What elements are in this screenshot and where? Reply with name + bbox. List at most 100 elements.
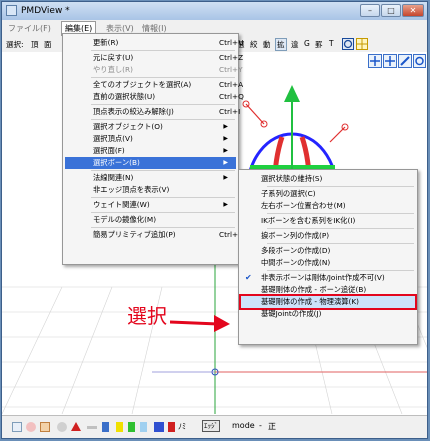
edit-menu-item[interactable]: モデルの鏡像化(M) xyxy=(65,214,236,226)
status-color-icon[interactable] xyxy=(154,422,164,432)
bone-submenu-item-label: 選択状態の維持(S) xyxy=(261,174,323,183)
status-red-icon[interactable] xyxy=(168,422,175,432)
bone-submenu-separator xyxy=(267,213,414,214)
bone-submenu-separator xyxy=(267,186,414,187)
bone-submenu-item[interactable]: 多段ボーンの作成(D) xyxy=(241,245,415,257)
bone-submenu-separator xyxy=(267,270,414,271)
bone-submenu-item[interactable]: IKボーンを含む系列をIK化(I) xyxy=(241,215,415,227)
edit-menu-item-label: ウェイト関連(W) xyxy=(93,200,150,209)
edit-menu-item-label: 頂点表示の絞込み解除(J) xyxy=(93,107,174,116)
edit-menu-item-label: モデルの鏡像化(M) xyxy=(93,215,157,224)
edit-menu-item[interactable]: 選択オブジェクト(O) ▶ xyxy=(65,121,236,133)
title-bar: PMDView * – □ ✕ xyxy=(2,2,427,20)
submenu-arrow-icon: ▶ xyxy=(223,201,228,208)
status-mode-label[interactable]: mode xyxy=(232,421,255,430)
edit-menu-item[interactable]: 直前の選択状態(U) Ctrl+Q xyxy=(65,91,244,103)
edit-menu-item-shortcut: Ctrl+Y xyxy=(219,65,243,74)
edit-menu-separator xyxy=(91,170,235,171)
bone-submenu-item-label: 基礎Jointの作成(J) xyxy=(261,309,322,318)
edit-menu-item-shortcut: Ctrl+A xyxy=(219,80,244,89)
bone-submenu-item[interactable]: 基礎剛体の作成 - ボーン追従(B) xyxy=(241,284,415,296)
toolbar-view-icons[interactable] xyxy=(342,38,368,50)
edit-menu-item[interactable]: 頂点表示の絞込み解除(J) Ctrl+I xyxy=(65,106,240,118)
edit-menu-item[interactable]: やり直し(R) Ctrl+Y xyxy=(65,64,243,76)
edit-menu-item[interactable]: 選択ボーン(B) ▶ xyxy=(65,157,236,169)
status-point-icon[interactable] xyxy=(57,422,67,432)
bone-submenu-item-label: IKボーンを含む系列をIK化(I) xyxy=(261,216,356,225)
edit-menu-item[interactable]: 全てのオブジェクトを選択(A) Ctrl+A xyxy=(65,79,243,91)
window-title: PMDView * xyxy=(21,6,70,16)
bone-submenu-item[interactable]: 子系列の選択(C) xyxy=(241,188,415,200)
bone-submenu-item[interactable]: 捩ボーン列の作成(P) xyxy=(241,230,415,242)
status-vertex-icon[interactable] xyxy=(26,422,36,432)
edit-menu-item-label: 選択オブジェクト(O) xyxy=(93,122,163,131)
bone-submenu-item[interactable]: 左右ボーン位置合わせ(M) xyxy=(241,200,415,212)
edit-menu-item-label: やり直し(R) xyxy=(93,65,133,74)
edit-menu-item-label: 直前の選択状態(U) xyxy=(93,92,156,101)
minimize-button[interactable]: – xyxy=(360,4,380,17)
toolbar-g-button[interactable]: G xyxy=(304,39,310,48)
bone-submenu-item-label: 中間ボーンの作成(N) xyxy=(261,258,331,267)
checkmark-icon: ✔ xyxy=(245,273,252,282)
edit-menu-dropdown: 更新(R) Ctrl+U 元に戻す(U) Ctrl+Z やり直し(R) Ctrl+Y 全ての… xyxy=(62,33,244,265)
status-edge-toggle[interactable]: ｴｯｼﾞ xyxy=(202,420,220,432)
toolbar-face-button[interactable]: 面 xyxy=(44,39,52,50)
edit-menu-item-shortcut: Ctrl+Q xyxy=(219,92,244,101)
status-mode-value[interactable]: 正 xyxy=(268,421,276,432)
submenu-arrow-icon: ▶ xyxy=(223,147,228,154)
bone-submenu-item[interactable]: 選択状態の維持(S) xyxy=(241,173,415,185)
edit-menu-item[interactable]: 非エッジ頂点を表示(V) xyxy=(65,184,236,196)
bone-submenu-item-label: 基礎剛体の作成 - ボーン追従(B) xyxy=(261,285,367,294)
status-joint-icon[interactable] xyxy=(128,422,135,432)
bone-submenu-item[interactable]: 基礎剛体の作成 - 物理演算(K) xyxy=(239,294,417,310)
status-line-icon[interactable] xyxy=(87,426,97,429)
status-bone-icon[interactable] xyxy=(102,422,109,432)
viewport-nav-icons[interactable] xyxy=(368,54,426,68)
status-object-button[interactable] xyxy=(12,422,22,432)
bone-submenu-item[interactable]: 中間ボーンの作成(N) xyxy=(241,257,415,269)
edit-menu-separator xyxy=(91,119,235,120)
edit-menu-item[interactable]: ウェイト関連(W) ▶ xyxy=(65,199,236,211)
toolbar-filter-button[interactable]: 絞 xyxy=(250,39,258,50)
close-button[interactable]: ✕ xyxy=(402,4,424,17)
toolbar-t-button[interactable]: T xyxy=(329,39,334,48)
edit-menu-item-label: 選択頂点(V) xyxy=(93,134,133,143)
edit-menu-item-label: 元に戻す(U) xyxy=(93,53,134,62)
menu-file[interactable]: ファイル(F) xyxy=(5,22,54,35)
edit-menu-item[interactable]: 選択面(F) ▶ xyxy=(65,145,236,157)
bone-submenu-item-label: 基礎剛体の作成 - 物理演算(K) xyxy=(261,297,360,306)
status-normal-label[interactable]: ﾉﾐ xyxy=(178,421,186,432)
status-rigidbody-icon[interactable] xyxy=(116,422,123,432)
bone-submenu-item-label: 多段ボーンの作成(D) xyxy=(261,246,331,255)
bone-submenu: 選択状態の維持(S) 子系列の選択(C) 左右ボーン位置合わせ(M) IKボーンを含む… xyxy=(238,169,418,345)
edit-menu-item[interactable]: 元に戻す(U) Ctrl+Z xyxy=(65,52,243,64)
status-face-icon[interactable] xyxy=(40,422,50,432)
edit-menu-item[interactable]: 法線関連(N) ▶ xyxy=(65,172,236,184)
toolbar-move-button[interactable]: 動 xyxy=(263,39,271,50)
edit-menu-item-label: 簡易プリミティブ追加(P) xyxy=(93,230,176,239)
toolbar-scale-button[interactable]: 拡 xyxy=(275,38,287,51)
edit-menu-item[interactable]: 選択頂点(V) ▶ xyxy=(65,133,236,145)
maximize-button[interactable]: □ xyxy=(381,4,401,17)
submenu-arrow-icon: ▶ xyxy=(223,159,228,166)
bone-submenu-separator xyxy=(267,228,414,229)
bone-submenu-item-label: 左右ボーン位置合わせ(M) xyxy=(261,201,346,210)
bone-submenu-item[interactable]: 基礎Jointの作成(J) xyxy=(241,308,415,320)
edit-menu-item[interactable]: 簡易プリミティブ追加(P) Ctrl+P xyxy=(65,229,243,241)
edit-menu-item-shortcut: Ctrl+U xyxy=(219,38,244,47)
pmdview-window: PMDView * – □ ✕ ファイル(F) 編集(E) 表示(V) 情報(I… xyxy=(1,1,428,439)
toolbar-grid-button[interactable]: 罫 xyxy=(315,39,323,50)
status-triangle-icon[interactable] xyxy=(71,422,81,431)
edit-menu-item[interactable]: 更新(R) Ctrl+U xyxy=(65,37,243,49)
toolbar-diff-button[interactable]: 違 xyxy=(291,39,299,50)
bone-submenu-item[interactable]: ✔ 非表示ボーンは剛体/Joint作成不可(V) xyxy=(241,272,415,284)
toolbar-vertex-button[interactable]: 頂 xyxy=(31,39,39,50)
bone-submenu-separator xyxy=(267,243,414,244)
edit-menu-separator xyxy=(91,77,235,78)
edit-menu-separator xyxy=(91,104,235,105)
edit-menu-separator xyxy=(91,197,235,198)
edit-menu-item-label: 非エッジ頂点を表示(V) xyxy=(93,185,170,194)
edit-menu-item-label: 法線関連(N) xyxy=(93,173,134,182)
status-morph-icon[interactable] xyxy=(140,422,147,432)
edit-menu-item-label: 選択ボーン(B) xyxy=(93,158,140,167)
